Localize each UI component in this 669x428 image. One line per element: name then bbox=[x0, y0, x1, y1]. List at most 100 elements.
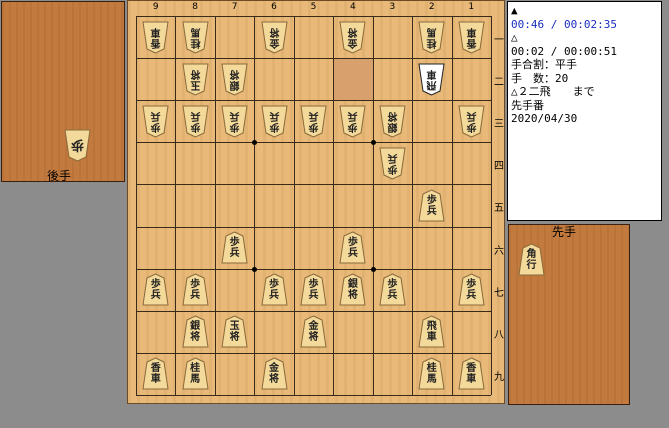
gote-piece[interactable]: 金将 bbox=[339, 21, 366, 54]
sente-piece[interactable]: 金将 bbox=[260, 357, 288, 390]
piece-char: 歩 bbox=[387, 162, 398, 174]
game-info-panel: ▲ 00:46 / 00:02:35 △ 00:02 / 00:00:51 手合… bbox=[507, 1, 662, 221]
gote-mark: △ bbox=[511, 31, 518, 44]
sente-piece[interactable]: 金将 bbox=[300, 315, 327, 348]
sente-piece[interactable]: 歩兵 bbox=[418, 189, 445, 222]
piece-char: 歩 bbox=[387, 279, 398, 291]
piece-char: 馬 bbox=[190, 25, 201, 37]
piece-char: 将 bbox=[347, 290, 358, 302]
row-label: 六 bbox=[494, 245, 504, 257]
piece-char: 金 bbox=[269, 36, 280, 48]
piece-char: 将 bbox=[269, 25, 280, 37]
row-label: 三 bbox=[494, 119, 504, 131]
sente-piece[interactable]: 歩兵 bbox=[458, 273, 485, 306]
gote-piece[interactable]: 玉将 bbox=[182, 63, 209, 96]
sente-piece[interactable]: 歩兵 bbox=[379, 273, 406, 306]
sente-piece[interactable]: 香車 bbox=[458, 357, 485, 390]
sente-piece[interactable]: 銀将 bbox=[339, 273, 366, 306]
gote-piece-stand[interactable] bbox=[1, 1, 125, 182]
sente-label: 先手 bbox=[552, 225, 577, 239]
gote-label: 後手 bbox=[47, 169, 72, 183]
piece-char: 金 bbox=[347, 36, 358, 48]
piece-char: 車 bbox=[466, 374, 477, 386]
row-label: 二 bbox=[494, 77, 504, 89]
piece-char: 兵 bbox=[466, 290, 477, 302]
piece-char: 飛 bbox=[426, 321, 437, 333]
gote-piece[interactable]: 銀将 bbox=[379, 105, 406, 138]
column-label: 7 bbox=[231, 2, 238, 12]
gote-piece[interactable]: 歩兵 bbox=[142, 105, 169, 138]
gote-piece[interactable]: 香車 bbox=[142, 21, 169, 54]
row-label: 四 bbox=[494, 161, 504, 173]
gote-piece[interactable]: 金将 bbox=[260, 21, 288, 54]
piece-char: 将 bbox=[190, 332, 201, 344]
piece-char: 兵 bbox=[347, 109, 358, 121]
piece-char: 桂 bbox=[190, 36, 201, 48]
sente-piece[interactable]: 歩兵 bbox=[339, 231, 366, 264]
piece-char: 歩 bbox=[229, 237, 240, 249]
grid-line-vertical bbox=[333, 16, 335, 395]
column-label: 6 bbox=[271, 2, 277, 12]
piece-char: 兵 bbox=[387, 151, 398, 163]
column-label: 2 bbox=[428, 2, 435, 12]
grid-line-vertical bbox=[136, 16, 137, 395]
piece-char: 歩 bbox=[150, 120, 161, 132]
piece-char: 将 bbox=[229, 332, 240, 344]
sente-piece[interactable]: 桂馬 bbox=[182, 357, 209, 390]
gote-piece[interactable]: 歩兵 bbox=[260, 105, 288, 138]
game-date: 2020/04/30 bbox=[511, 112, 578, 125]
column-label: 3 bbox=[389, 2, 396, 12]
star-point bbox=[370, 140, 376, 146]
sente-piece[interactable]: 飛車 bbox=[418, 315, 445, 348]
grid-line-vertical bbox=[254, 16, 256, 395]
piece-char: 歩 bbox=[347, 237, 358, 249]
sente-piece[interactable]: 歩兵 bbox=[260, 273, 288, 306]
sente-piece[interactable]: 歩兵 bbox=[142, 273, 169, 306]
gote-hand-piece[interactable]: 歩 bbox=[64, 129, 91, 162]
gote-piece[interactable]: 歩兵 bbox=[182, 105, 209, 138]
piece-char: 歩 bbox=[347, 120, 358, 132]
piece-char: 玉 bbox=[190, 78, 201, 90]
gote-piece[interactable]: 飛車 bbox=[418, 63, 445, 96]
piece-char: 兵 bbox=[150, 109, 161, 121]
sente-piece[interactable]: 歩兵 bbox=[300, 273, 327, 306]
sente-piece[interactable]: 歩兵 bbox=[221, 231, 248, 264]
grid-line-vertical bbox=[372, 16, 374, 395]
piece-char: 金 bbox=[269, 363, 280, 375]
piece-char: 桂 bbox=[426, 363, 437, 375]
piece-char: 歩 bbox=[466, 279, 477, 291]
piece-char: 銀 bbox=[347, 279, 358, 291]
gote-piece[interactable]: 歩兵 bbox=[458, 105, 485, 138]
gote-piece[interactable]: 桂馬 bbox=[418, 21, 445, 54]
gote-piece[interactable]: 香車 bbox=[458, 21, 485, 54]
sente-piece[interactable]: 銀将 bbox=[182, 315, 209, 348]
piece-char: 桂 bbox=[426, 36, 437, 48]
grid-line-horizontal bbox=[136, 100, 491, 102]
gote-piece[interactable]: 歩兵 bbox=[379, 147, 406, 180]
piece-char: 馬 bbox=[190, 374, 201, 386]
grid-line-horizontal bbox=[136, 352, 491, 354]
sente-hand-piece[interactable]: 角行 bbox=[518, 243, 545, 276]
piece-char: 兵 bbox=[387, 290, 398, 302]
gote-piece[interactable]: 歩兵 bbox=[300, 105, 327, 138]
gote-piece[interactable]: 歩兵 bbox=[221, 105, 248, 138]
piece-char: 兵 bbox=[269, 290, 280, 302]
sente-piece[interactable]: 歩兵 bbox=[182, 273, 209, 306]
row-label: 八 bbox=[494, 329, 504, 341]
gote-piece[interactable]: 桂馬 bbox=[182, 21, 209, 54]
sente-clock: 00:46 / 00:02:35 bbox=[511, 17, 617, 31]
piece-char: 飛 bbox=[426, 78, 437, 90]
piece-char: 行 bbox=[526, 260, 537, 271]
sente-piece[interactable]: 玉将 bbox=[221, 315, 248, 348]
piece-char: 兵 bbox=[190, 290, 201, 302]
piece-char: 将 bbox=[347, 25, 358, 37]
grid-line-horizontal bbox=[136, 310, 491, 312]
row-label: 七 bbox=[494, 287, 504, 299]
sente-piece[interactable]: 桂馬 bbox=[418, 357, 445, 390]
grid-line-vertical bbox=[175, 16, 177, 395]
piece-char: 車 bbox=[426, 67, 437, 79]
grid-line-vertical bbox=[490, 16, 492, 395]
gote-piece[interactable]: 歩兵 bbox=[339, 105, 366, 138]
sente-piece[interactable]: 香車 bbox=[142, 357, 169, 390]
gote-piece[interactable]: 銀将 bbox=[221, 63, 248, 96]
